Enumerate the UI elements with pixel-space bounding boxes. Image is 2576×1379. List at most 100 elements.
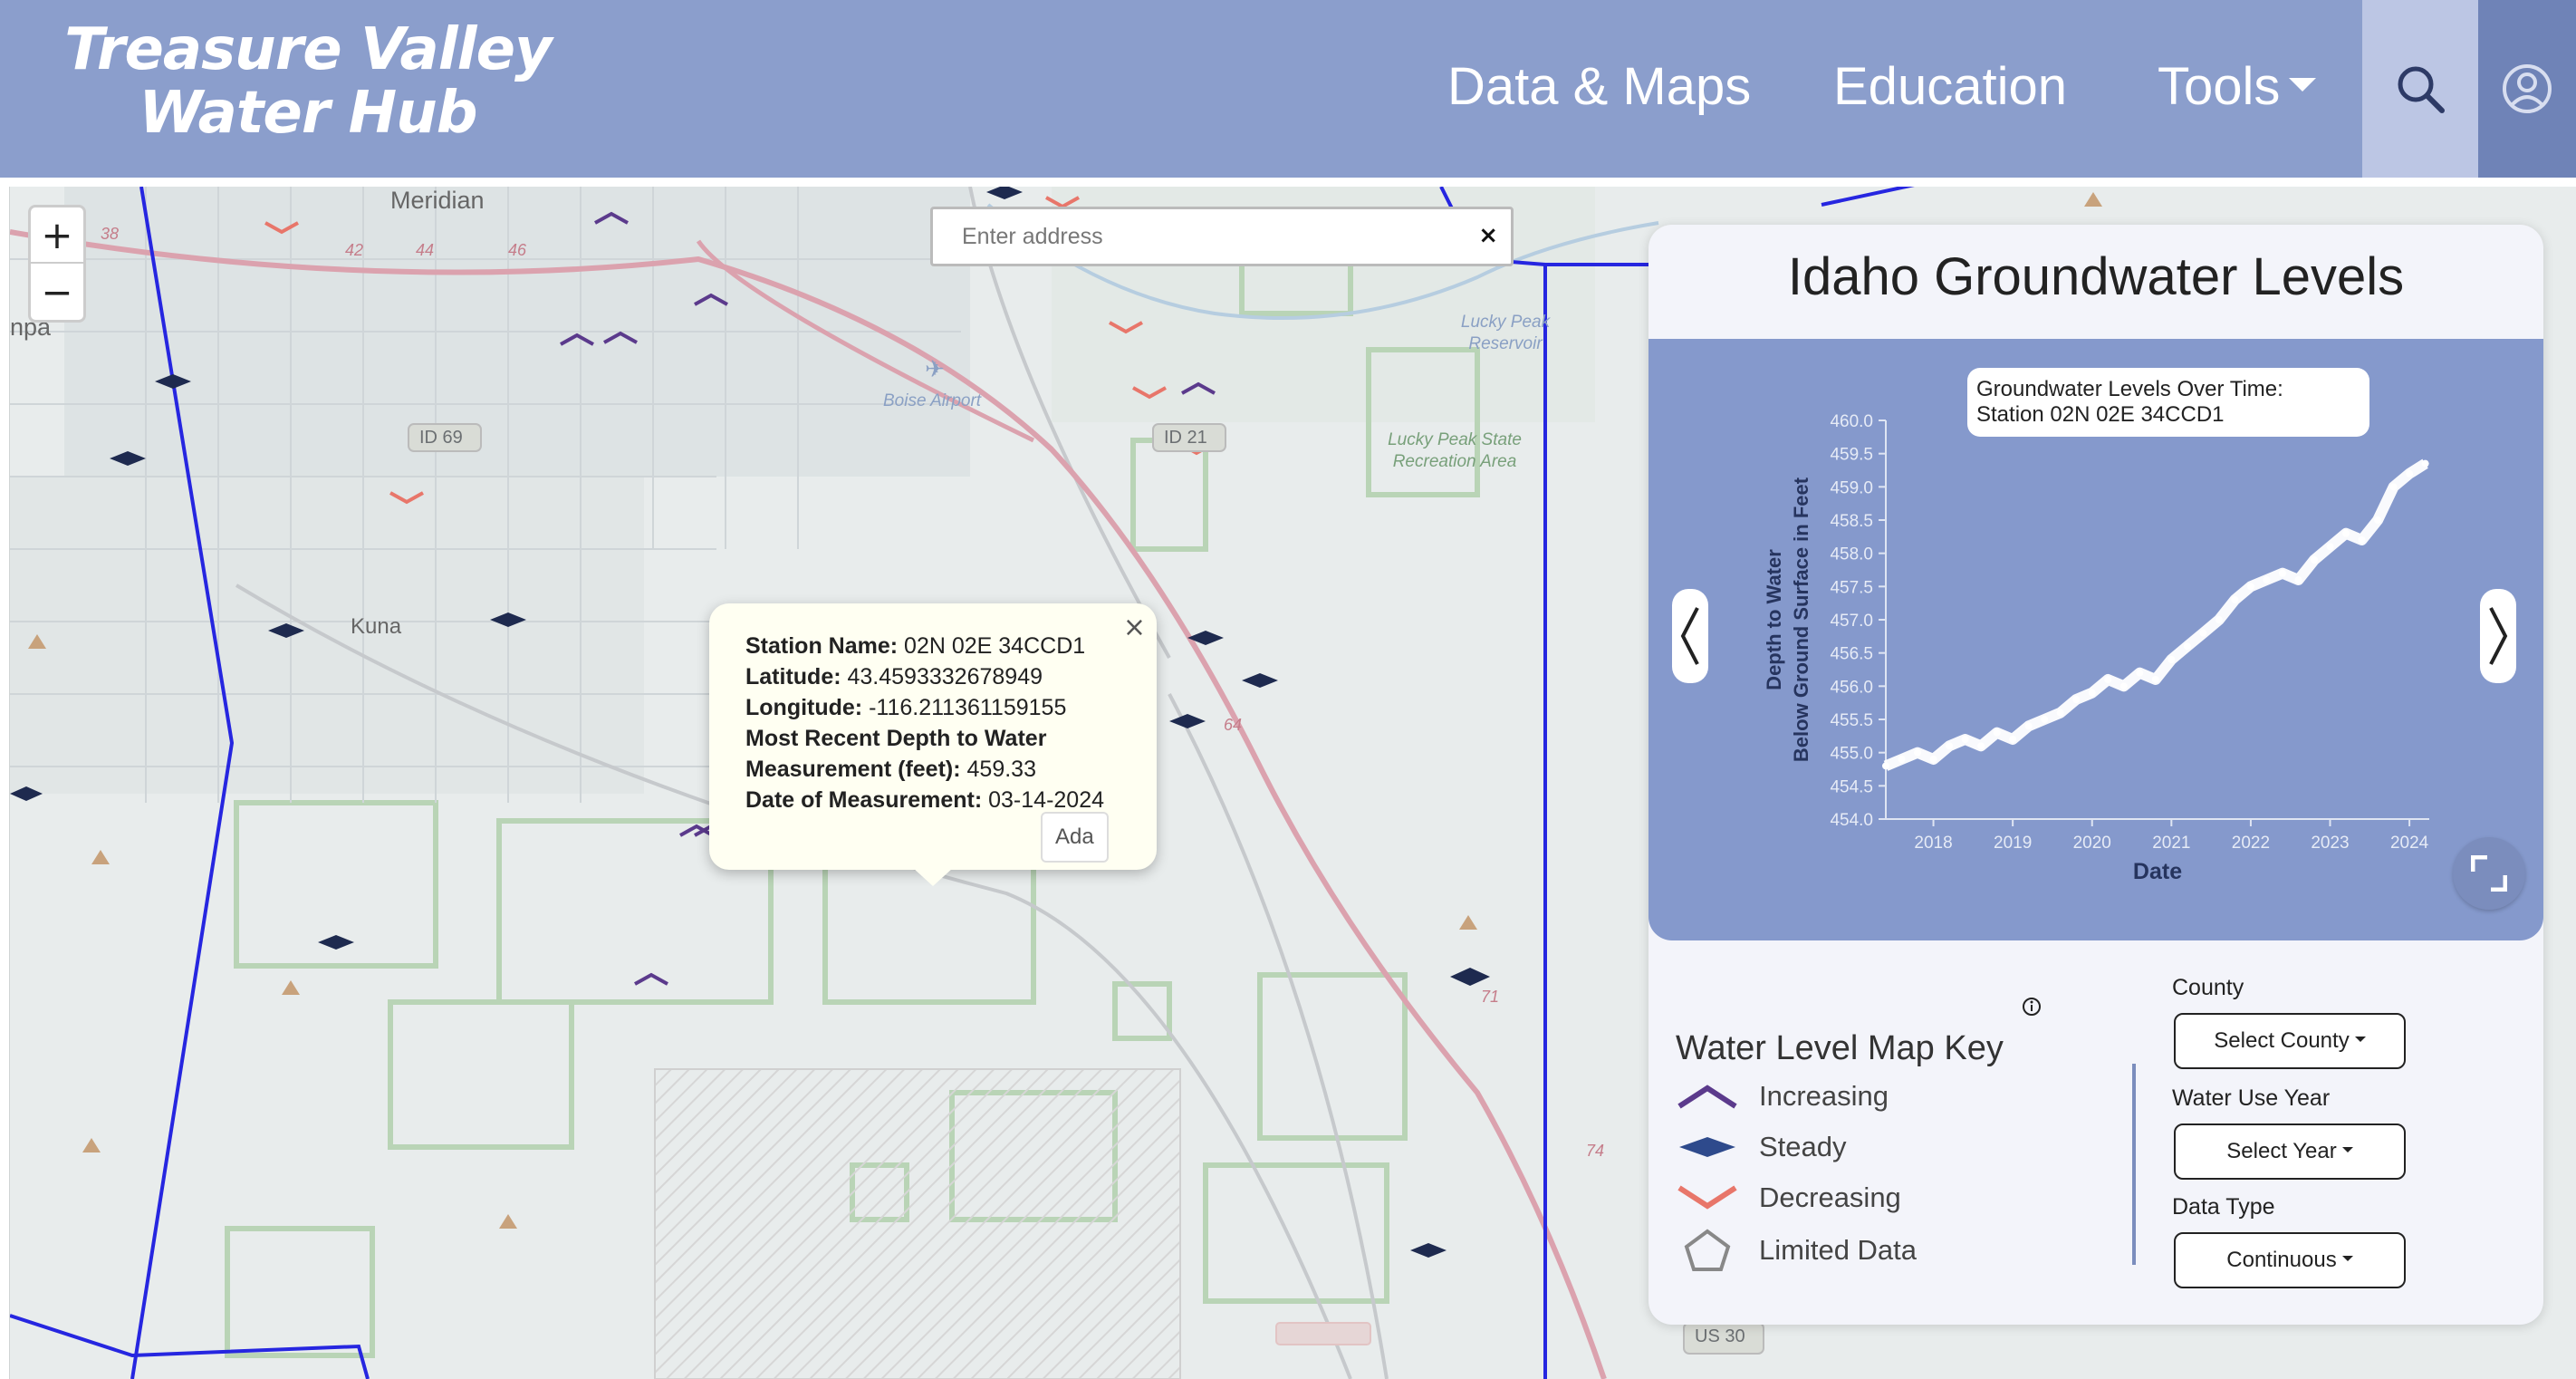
select-year-dropdown[interactable]: Select Year <box>2174 1123 2406 1180</box>
key-label-limited-data: Limited Data <box>1759 1234 1918 1266</box>
data-point <box>2358 536 2366 544</box>
popup-date-row: Date of Measurement: 03-14-2024 <box>745 785 1120 815</box>
y-tick-label: 458.0 <box>1830 545 1873 564</box>
y-tick-label: 458.5 <box>1830 512 1873 531</box>
popup-longitude-row: Longitude: -116.211361159155 <box>745 692 1120 723</box>
data-point <box>2041 716 2049 723</box>
address-search: × <box>930 207 1514 266</box>
y-tick-label: 457.5 <box>1830 578 1873 597</box>
popup-date-label: Date of Measurement: <box>745 787 983 813</box>
map-label-exit-46: 46 <box>508 241 527 259</box>
data-point <box>2231 596 2239 603</box>
y-tick-label: 459.5 <box>1830 446 1873 465</box>
search-icon <box>2398 66 2445 113</box>
caret-down-icon <box>2341 1147 2353 1152</box>
key-label-steady: Steady <box>1759 1131 1847 1162</box>
nav-data-maps[interactable]: Data & Maps <box>1447 54 1751 120</box>
data-type-dropdown[interactable]: Continuous <box>2174 1232 2406 1288</box>
groundwater-chart: 454.0 454.5 455.0 455.5 456.0 456.5 457.0 457.5… <box>1763 412 2429 884</box>
popup-latitude-label: Latitude: <box>745 664 841 690</box>
zoom-out-button[interactable]: − <box>31 264 83 320</box>
y-tick-label: 455.5 <box>1830 711 1873 730</box>
previous-chart-button[interactable] <box>1672 589 1708 683</box>
y-tick-label: 459.0 <box>1830 478 1873 497</box>
decreasing-chevron-icon <box>1677 1185 1737 1210</box>
x-tick-label: 2019 <box>1994 834 2032 853</box>
data-point <box>2263 576 2271 583</box>
series-line <box>1883 458 2428 771</box>
select-county-label: Select County <box>2214 1028 2350 1053</box>
map-label-lucky-peak-area: Lucky Peak State Recreation Area <box>1388 430 1522 471</box>
y-tick-label: 456.0 <box>1830 678 1873 697</box>
increasing-chevron-icon <box>1677 1085 1737 1109</box>
map-label-kuna: Kuna <box>351 614 402 639</box>
data-point <box>1993 728 2001 737</box>
data-point <box>2326 543 2334 551</box>
year-filter-label: Water Use Year <box>2172 1085 2331 1111</box>
expand-chart-button[interactable] <box>2453 837 2525 910</box>
chevron-left-icon <box>1680 607 1699 665</box>
key-label-decreasing: Decreasing <box>1759 1181 1901 1213</box>
zoom-in-button[interactable]: + <box>31 207 83 264</box>
y-tick-label: 456.5 <box>1830 645 1873 664</box>
x-axis-label: Date <box>2133 859 2182 884</box>
logo-line-1: Treasure Valley <box>64 16 552 83</box>
address-input[interactable] <box>933 209 1440 264</box>
caret-down-icon <box>2341 1256 2353 1261</box>
x-tick-label: 2021 <box>2152 834 2190 853</box>
chevron-right-icon <box>2489 607 2508 665</box>
map-label-id69: ID 69 <box>419 428 463 448</box>
data-point <box>2278 569 2286 577</box>
data-point <box>2009 736 2017 743</box>
map-label-exit-42: 42 <box>345 241 364 259</box>
data-point <box>2119 682 2128 690</box>
data-point <box>2294 576 2302 583</box>
select-county-dropdown[interactable]: Select County <box>2174 1013 2406 1069</box>
popup-depth-value: 459.33 <box>966 757 1036 782</box>
nav-tools-dropdown[interactable]: Tools <box>2158 54 2317 120</box>
map-label-id21: ID 21 <box>1164 428 1207 448</box>
chevron-down-icon <box>2289 78 2317 92</box>
panel-title: Idaho Groundwater Levels <box>1787 247 2405 306</box>
x-tick-label: 2023 <box>2311 834 2349 853</box>
popup-latitude-row: Latitude: 43.4593332678949 <box>745 661 1120 692</box>
close-popup-button[interactable]: × <box>1123 612 1146 643</box>
airport-icon: ✈ <box>925 356 945 383</box>
x-tick-label: 2018 <box>1914 834 1952 853</box>
nav-education[interactable]: Education <box>1833 54 2067 120</box>
logo-line-2: Water Hub <box>139 80 477 147</box>
map-label-meridian: Meridian <box>390 187 485 214</box>
popup-tip <box>913 868 953 886</box>
data-point <box>2183 642 2191 651</box>
account-button[interactable] <box>2478 0 2576 178</box>
expand-icon <box>2471 855 2507 892</box>
data-point <box>2104 676 2112 683</box>
y-axis-label-line-2: Below Ground Surface in Feet <box>1790 477 1812 762</box>
key-item-limited-data: Limited Data <box>1676 1229 1918 1271</box>
top-navbar: Treasure Valley Water Hub Data & Maps Ed… <box>0 0 2576 178</box>
popup-station-value: 02N 02E 34CCD1 <box>904 633 1086 659</box>
site-logo[interactable]: Treasure Valley Water Hub <box>54 18 562 145</box>
y-tick-label: 455.0 <box>1830 745 1873 764</box>
popup-longitude-value: -116.211361159155 <box>869 695 1067 720</box>
clear-address-button[interactable]: × <box>1478 222 1498 249</box>
key-item-steady: Steady <box>1676 1127 1847 1167</box>
map-label-us30: US 30 <box>1695 1326 1745 1346</box>
groundwater-panel: Idaho Groundwater Levels Groundwater Lev… <box>1648 225 2543 1325</box>
popup-longitude-label: Longitude: <box>745 695 863 720</box>
key-item-increasing: Increasing <box>1676 1076 1889 1116</box>
data-point <box>2246 583 2254 591</box>
info-icon[interactable] <box>2022 997 2042 1017</box>
nav-tools-label: Tools <box>2158 57 2281 116</box>
data-point <box>2024 722 2033 730</box>
y-tick-label: 457.0 <box>1830 612 1873 631</box>
x-tick-label: 2024 <box>2390 834 2429 853</box>
pentagon-icon <box>1684 1229 1731 1271</box>
data-point <box>2199 629 2207 637</box>
data-point <box>1977 742 1985 750</box>
data-point <box>2151 676 2159 683</box>
next-chart-button[interactable] <box>2480 589 2516 683</box>
data-point <box>2056 709 2064 717</box>
y-tick-label: 460.0 <box>1830 412 1873 431</box>
search-button[interactable] <box>2362 0 2478 178</box>
